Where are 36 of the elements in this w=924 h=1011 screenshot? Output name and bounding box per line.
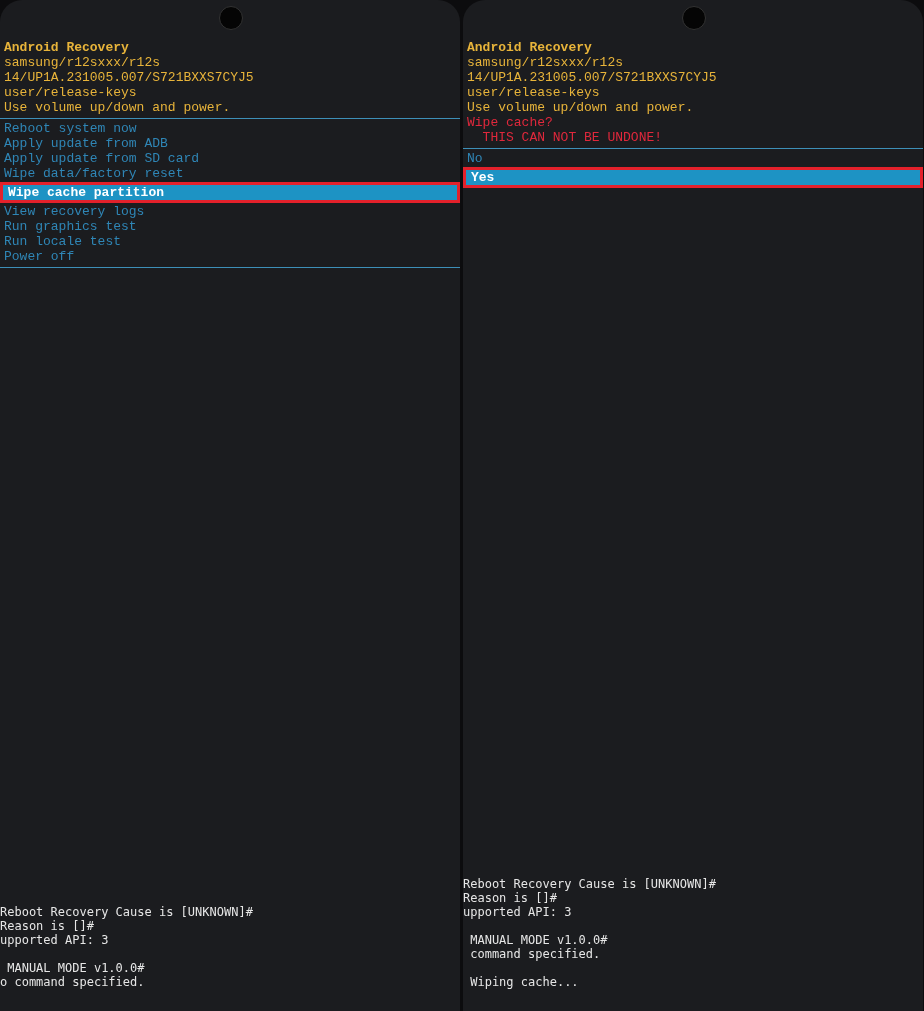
menu-item[interactable]: Run locale test — [0, 234, 460, 249]
log-line: Reboot Recovery Cause is [UNKNOWN]# — [0, 905, 254, 919]
header-line: 14/UP1A.231005.007/S721BXXS7CYJ5 — [3, 70, 255, 85]
recovery-title: Android Recovery — [466, 40, 593, 55]
menu-item[interactable]: Apply update from ADB — [0, 136, 460, 151]
menu-item[interactable]: Power off — [0, 249, 460, 264]
log-line: MANUAL MODE v1.0.0# — [6, 961, 146, 975]
warning-line: THIS CAN NOT BE UNDONE! — [481, 130, 664, 145]
menu-item[interactable]: Run graphics test — [0, 219, 460, 234]
log-line: MANUAL MODE v1.0.0# — [469, 933, 609, 947]
menu-item[interactable]: Apply update from SD card — [0, 151, 460, 166]
warning-line: Wipe cache? — [466, 115, 554, 130]
menu-item[interactable]: Yes — [463, 167, 923, 188]
menu-item[interactable]: Wipe cache partition — [0, 182, 460, 203]
log-line: Reason is []# — [463, 891, 558, 905]
header-line: user/release-keys — [466, 85, 601, 100]
camera-hole-icon — [682, 6, 706, 30]
header-line: 14/UP1A.231005.007/S721BXXS7CYJ5 — [466, 70, 718, 85]
log-line: command specified. — [469, 947, 602, 961]
header-line: samsung/r12sxxx/r12s — [466, 55, 625, 70]
header-line: samsung/r12sxxx/r12s — [3, 55, 162, 70]
menu-item[interactable]: View recovery logs — [0, 204, 460, 219]
menu-item[interactable]: No — [463, 151, 923, 166]
menu-item[interactable]: Wipe data/factory reset — [0, 166, 460, 181]
log-line: o command specified. — [0, 975, 146, 989]
log-line: upported API: 3 — [463, 905, 573, 919]
log-line: Wiping cache... — [469, 975, 580, 989]
header-line: user/release-keys — [3, 85, 138, 100]
log-line: Reboot Recovery Cause is [UNKNOWN]# — [463, 877, 717, 891]
menu-item[interactable]: Reboot system now — [0, 121, 460, 136]
camera-hole-icon — [219, 6, 243, 30]
header-line: Use volume up/down and power. — [466, 100, 695, 115]
recovery-title: Android Recovery — [3, 40, 130, 55]
log-line: upported API: 3 — [0, 933, 110, 947]
header-line: Use volume up/down and power. — [3, 100, 232, 115]
log-line: Reason is []# — [0, 919, 95, 933]
